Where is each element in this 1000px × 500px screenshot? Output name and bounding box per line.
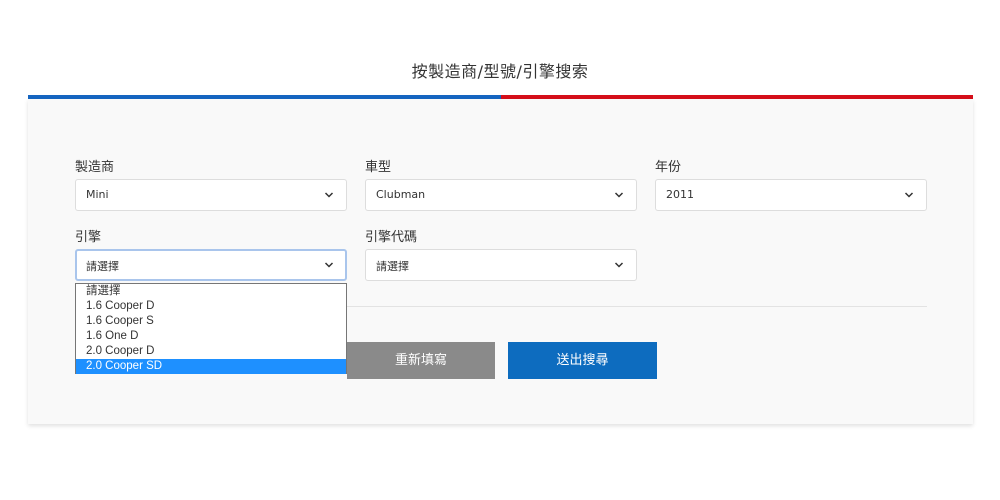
engine-code-value: 請選擇 (376, 260, 409, 273)
dropdown-option-highlighted[interactable]: 2.0 Cooper SD (76, 359, 346, 374)
engine-code-select[interactable]: 請選擇 (365, 249, 637, 281)
year-select[interactable]: 2011 (655, 179, 927, 211)
model-label: 車型 (365, 160, 392, 175)
page-title: 按製造商/型號/引擎搜索 (411, 62, 589, 81)
year-label: 年份 (655, 160, 682, 175)
reset-button[interactable]: 重新填寫 (347, 342, 495, 379)
manufacturer-label: 製造商 (75, 160, 115, 175)
engine-label: 引擎 (75, 230, 102, 245)
dropdown-option[interactable]: 1.6 One D (76, 329, 346, 344)
year-value: 2011 (666, 188, 694, 201)
manufacturer-select[interactable]: Mini (75, 179, 347, 211)
manufacturer-value: Mini (86, 188, 109, 201)
engine-value: 請選擇 (86, 260, 119, 273)
submit-button[interactable]: 送出搜尋 (508, 342, 657, 379)
model-value: Clubman (376, 188, 426, 201)
dropdown-option[interactable]: 2.0 Cooper D (76, 344, 346, 359)
engine-dropdown-list[interactable]: 請選擇 1.6 Cooper D 1.6 Cooper S 1.6 One D … (75, 283, 347, 374)
engine-select[interactable]: 請選擇 (75, 249, 347, 281)
dropdown-option[interactable]: 1.6 Cooper D (76, 299, 346, 314)
chevron-down-icon (324, 192, 334, 198)
engine-code-label: 引擎代碼 (365, 230, 418, 245)
chevron-down-icon (904, 192, 914, 198)
dropdown-option[interactable]: 請選擇 (76, 284, 346, 299)
model-select[interactable]: Clubman (365, 179, 637, 211)
chevron-down-icon (324, 262, 334, 268)
chevron-down-icon (614, 192, 624, 198)
chevron-down-icon (614, 262, 624, 268)
dropdown-option[interactable]: 1.6 Cooper S (76, 314, 346, 329)
